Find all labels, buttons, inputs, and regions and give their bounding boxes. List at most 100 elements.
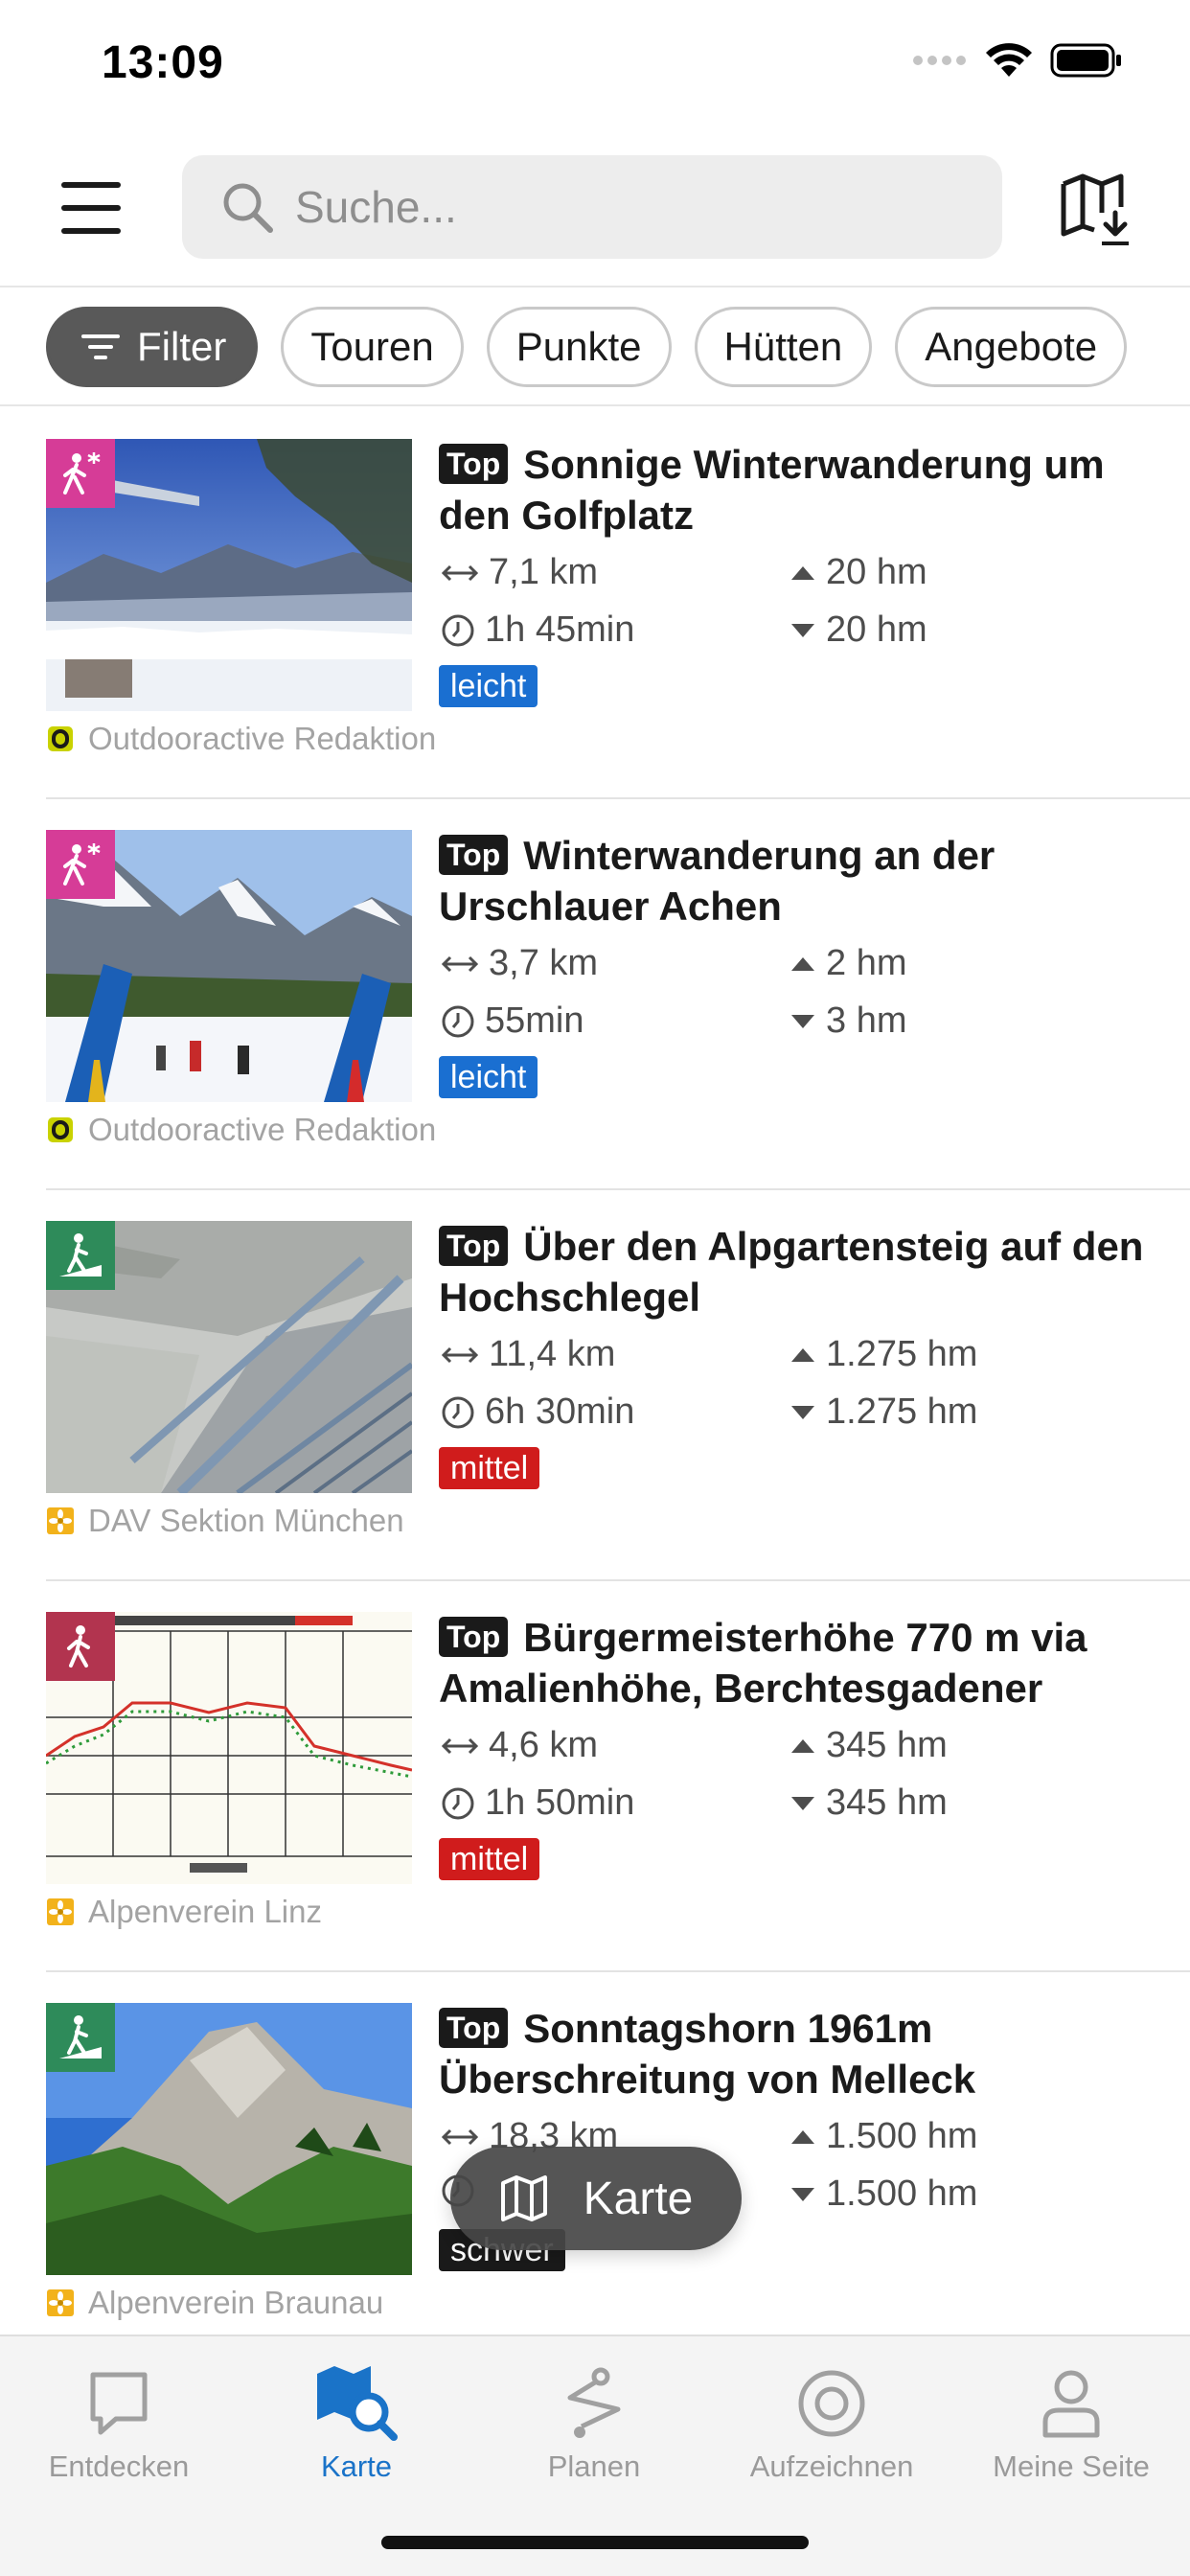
- tab-label: Planen: [547, 2450, 641, 2483]
- tab-meine-seite[interactable]: Meine Seite: [952, 2358, 1190, 2484]
- ascent-icon: [791, 1738, 814, 1753]
- discover-icon: [90, 2372, 148, 2435]
- distance-icon: [441, 2128, 479, 2145]
- descent-icon: [791, 623, 814, 637]
- distance-icon: [441, 1737, 479, 1754]
- tour-distance: 7,1 km: [441, 552, 598, 593]
- descent-icon: [791, 1796, 814, 1810]
- clock-icon: [442, 614, 474, 646]
- tour-title[interactable]: Top Sonnige Winterwanderung um den Golfpl…: [439, 439, 1186, 540]
- tour-photo: [46, 1221, 412, 1493]
- tour-card[interactable]: Top Sonnige Winterwanderung um den Golfpl…: [46, 408, 1190, 799]
- chip-huetten[interactable]: Hütten: [694, 307, 873, 387]
- tour-descent: 345 hm: [790, 1782, 948, 1824]
- tour-card[interactable]: Top Über den Alpgartensteig auf den Hochs…: [46, 1190, 1190, 1581]
- tab-karte[interactable]: Karte: [238, 2358, 475, 2484]
- top-tag: Top: [439, 2008, 509, 2048]
- tour-ascent: 20 hm: [790, 552, 927, 593]
- outdooractive-logo-icon: [48, 726, 73, 751]
- source-name: DAV Sektion München: [88, 1503, 404, 1538]
- hamburger-line: [61, 205, 121, 211]
- difficulty-badge: mittel: [439, 1447, 540, 1489]
- tour-title-text: Winterwanderung an der Urschlauer Achen: [439, 833, 995, 929]
- user-profile-icon: [1042, 2370, 1100, 2438]
- status-time: 13:09: [102, 37, 224, 88]
- chip-touren[interactable]: Touren: [281, 307, 464, 387]
- cellular-signal-icon: [913, 56, 966, 65]
- mountain-hiking-icon: [46, 2003, 115, 2072]
- filter-label: Filter: [137, 324, 227, 369]
- tour-card[interactable]: Top Winterwanderung an der Urschlauer Ach…: [46, 799, 1190, 1190]
- map-view-button[interactable]: Karte: [450, 2147, 742, 2250]
- tour-descent: 1.500 hm: [790, 2174, 977, 2215]
- tour-descent: 1.275 hm: [790, 1392, 977, 1433]
- tour-duration: 1h 45min: [441, 610, 634, 651]
- record-icon: [798, 2370, 865, 2437]
- tour-photo: [46, 2003, 412, 2275]
- top-tag: Top: [439, 835, 509, 875]
- duration-value: 55min: [485, 1000, 584, 1041]
- tour-source[interactable]: DAV Sektion München: [46, 1503, 404, 1539]
- map-icon: [500, 2175, 547, 2221]
- home-indicator: [381, 2536, 809, 2549]
- chip-angebote[interactable]: Angebote: [895, 307, 1128, 387]
- distance-value: 11,4 km: [489, 1334, 616, 1374]
- offline-map-download-icon[interactable]: [1056, 171, 1133, 247]
- tour-photo: [46, 1612, 412, 1884]
- descent-value: 1.500 hm: [826, 2174, 978, 2214]
- source-name: Alpenverein Braunau: [88, 2285, 384, 2320]
- difficulty-badge: leicht: [439, 1056, 538, 1098]
- menu-button[interactable]: [57, 174, 125, 242]
- tour-duration: 6h 30min: [441, 1392, 634, 1433]
- chip-punkte[interactable]: Punkte: [486, 307, 672, 387]
- search-input[interactable]: [295, 181, 966, 233]
- tab-label: Aufzeichnen: [749, 2450, 914, 2483]
- hamburger-line: [61, 228, 121, 234]
- tab-planen[interactable]: Planen: [475, 2358, 713, 2484]
- search-icon: [223, 183, 273, 233]
- ascent-value: 1.275 hm: [826, 1334, 978, 1374]
- descent-icon: [791, 2187, 814, 2201]
- filter-button[interactable]: Filter: [46, 307, 259, 387]
- tour-source[interactable]: Alpenverein Braunau: [46, 2285, 383, 2321]
- tour-title-text: Sonntagshorn 1961m Überschreitung von Me…: [439, 2006, 976, 2102]
- descent-value: 3 hm: [826, 1000, 907, 1041]
- clock-icon: [442, 1005, 474, 1037]
- tab-aufzeichnen[interactable]: Aufzeichnen: [713, 2358, 950, 2484]
- top-tag: Top: [439, 444, 509, 484]
- descent-icon: [791, 1014, 814, 1028]
- alpenverein-edelweiss-logo-icon: [47, 1507, 74, 1534]
- ascent-value: 2 hm: [826, 943, 907, 983]
- alpenverein-edelweiss-logo-icon: [47, 2289, 74, 2316]
- duration-value: 6h 30min: [485, 1392, 635, 1432]
- tour-title[interactable]: Top Über den Alpgartensteig auf den Hochs…: [439, 1221, 1186, 1322]
- tour-photo: [46, 830, 412, 1102]
- tour-photo: [46, 439, 412, 711]
- mountain-hiking-icon: [46, 1221, 115, 1290]
- tab-entdecken[interactable]: Entdecken: [0, 2358, 238, 2484]
- tour-source[interactable]: Outdooractive Redaktion: [46, 1112, 436, 1148]
- tour-list: Top Sonnige Winterwanderung um den Golfpl…: [0, 408, 1190, 2363]
- tour-ascent: 2 hm: [790, 943, 906, 984]
- tour-title[interactable]: Top Sonntagshorn 1961m Überschreitung von…: [439, 2003, 1186, 2104]
- map-search-icon: [317, 2366, 398, 2441]
- ascent-value: 1.500 hm: [826, 2116, 978, 2156]
- map-view-label: Karte: [583, 2173, 694, 2224]
- tour-title[interactable]: Top Bürgermeisterhöhe 770 m via Amalienhö…: [439, 1612, 1186, 1714]
- tab-label: Meine Seite: [993, 2450, 1150, 2483]
- search-box[interactable]: [182, 155, 1002, 259]
- tour-card[interactable]: Top Bürgermeisterhöhe 770 m via Amalienhö…: [46, 1581, 1190, 1972]
- distance-value: 3,7 km: [489, 943, 599, 983]
- source-name: Alpenverein Linz: [88, 1894, 322, 1929]
- tour-source[interactable]: Alpenverein Linz: [46, 1894, 322, 1930]
- tour-distance: 3,7 km: [441, 943, 598, 984]
- tour-ascent: 1.275 hm: [790, 1334, 977, 1375]
- distance-value: 4,6 km: [489, 1725, 599, 1765]
- tour-source[interactable]: Outdooractive Redaktion: [46, 721, 436, 757]
- source-name: Outdooractive Redaktion: [88, 721, 437, 756]
- tour-title-text: Sonnige Winterwanderung um den Golfplatz: [439, 442, 1105, 538]
- ascent-icon: [791, 956, 814, 971]
- tour-descent: 3 hm: [790, 1000, 906, 1042]
- distance-value: 7,1 km: [489, 552, 599, 592]
- tour-title[interactable]: Top Winterwanderung an der Urschlauer Ach…: [439, 830, 1186, 932]
